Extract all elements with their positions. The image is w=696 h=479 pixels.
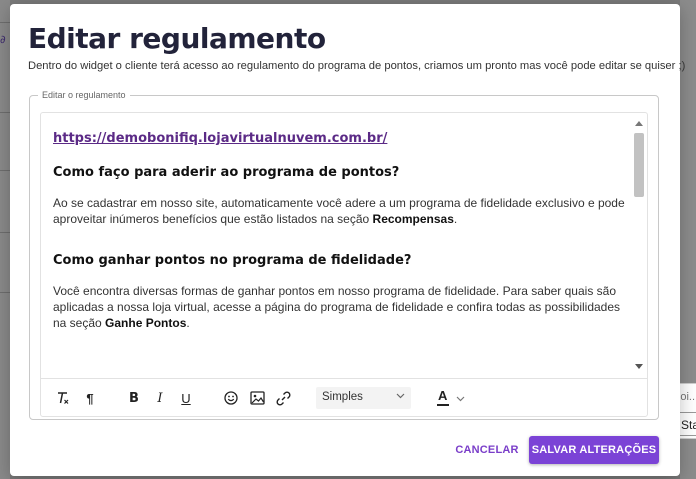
paragraph-strong-earn-points: Ganhe Pontos xyxy=(105,316,187,330)
text-format-value: Simples xyxy=(322,391,363,403)
editor-content[interactable]: https://demobonifiq.lojavirtualnuvem.com… xyxy=(53,131,629,331)
bold-button[interactable]: B xyxy=(125,387,143,409)
background-divider xyxy=(0,232,10,233)
editor-scrollbar[interactable] xyxy=(633,117,645,371)
heading-how-to-join: Como faço para aderir ao programa de pon… xyxy=(53,165,400,180)
image-icon[interactable] xyxy=(247,387,267,409)
scroll-down-arrow-icon[interactable] xyxy=(635,364,643,369)
store-link[interactable]: https://demobonifiq.lojavirtualnuvem.com… xyxy=(53,131,629,147)
background-divider xyxy=(0,112,10,113)
paragraph-how-to-join: Ao se cadastrar em nosso site, automatic… xyxy=(53,195,629,227)
editor-legend: Editar o regulamento xyxy=(42,90,126,100)
chevron-down-icon xyxy=(456,391,465,409)
background-glyph: ∂ xyxy=(0,33,6,46)
text-color-glyph: A xyxy=(438,388,448,403)
chevron-down-icon xyxy=(396,391,405,404)
paragraph-icon[interactable]: ¶ xyxy=(81,387,99,409)
scroll-up-arrow-icon[interactable] xyxy=(635,121,643,126)
clear-format-icon[interactable] xyxy=(53,387,73,409)
editor-toolbar: ¶ B I U Simples A xyxy=(41,378,647,416)
italic-button[interactable]: I xyxy=(151,387,169,409)
text-color-picker[interactable]: A xyxy=(436,387,470,409)
link-icon[interactable] xyxy=(273,387,293,409)
paragraph-text-end: . xyxy=(453,212,458,226)
rich-text-editor[interactable]: https://demobonifiq.lojavirtualnuvem.com… xyxy=(40,112,648,417)
paragraph-strong-rewards: Recompensas xyxy=(372,212,454,226)
modal-title: Editar regulamento xyxy=(28,22,326,55)
text-color-swatch xyxy=(437,404,449,406)
heading-how-to-earn: Como ganhar pontos no programa de fideli… xyxy=(53,253,412,268)
scrollbar-thumb[interactable] xyxy=(634,133,644,197)
paragraph-how-to-earn: Você encontra diversas formas de ganhar … xyxy=(53,283,629,331)
background-divider xyxy=(0,22,10,23)
edit-regulation-modal: Editar regulamento Dentro do widget o cl… xyxy=(10,4,686,476)
background-divider xyxy=(0,292,10,293)
save-changes-button[interactable]: SALVAR ALTERAÇÕES xyxy=(529,436,659,464)
background-divider xyxy=(0,170,10,171)
background-app-left: ∂ xyxy=(0,0,10,479)
paragraph-text: Ao se cadastrar em nosso site, automatic… xyxy=(53,196,625,226)
text-format-select[interactable]: Simples xyxy=(316,387,411,409)
paragraph-text-end: . xyxy=(186,316,190,330)
modal-subtitle: Dentro do widget o cliente terá acesso a… xyxy=(28,60,686,72)
underline-button[interactable]: U xyxy=(177,387,195,409)
emoji-icon[interactable] xyxy=(221,387,241,409)
editor-fieldset: Editar o regulamento https://demobonifiq… xyxy=(29,90,659,420)
cancel-button[interactable]: CANCELAR xyxy=(454,437,520,463)
